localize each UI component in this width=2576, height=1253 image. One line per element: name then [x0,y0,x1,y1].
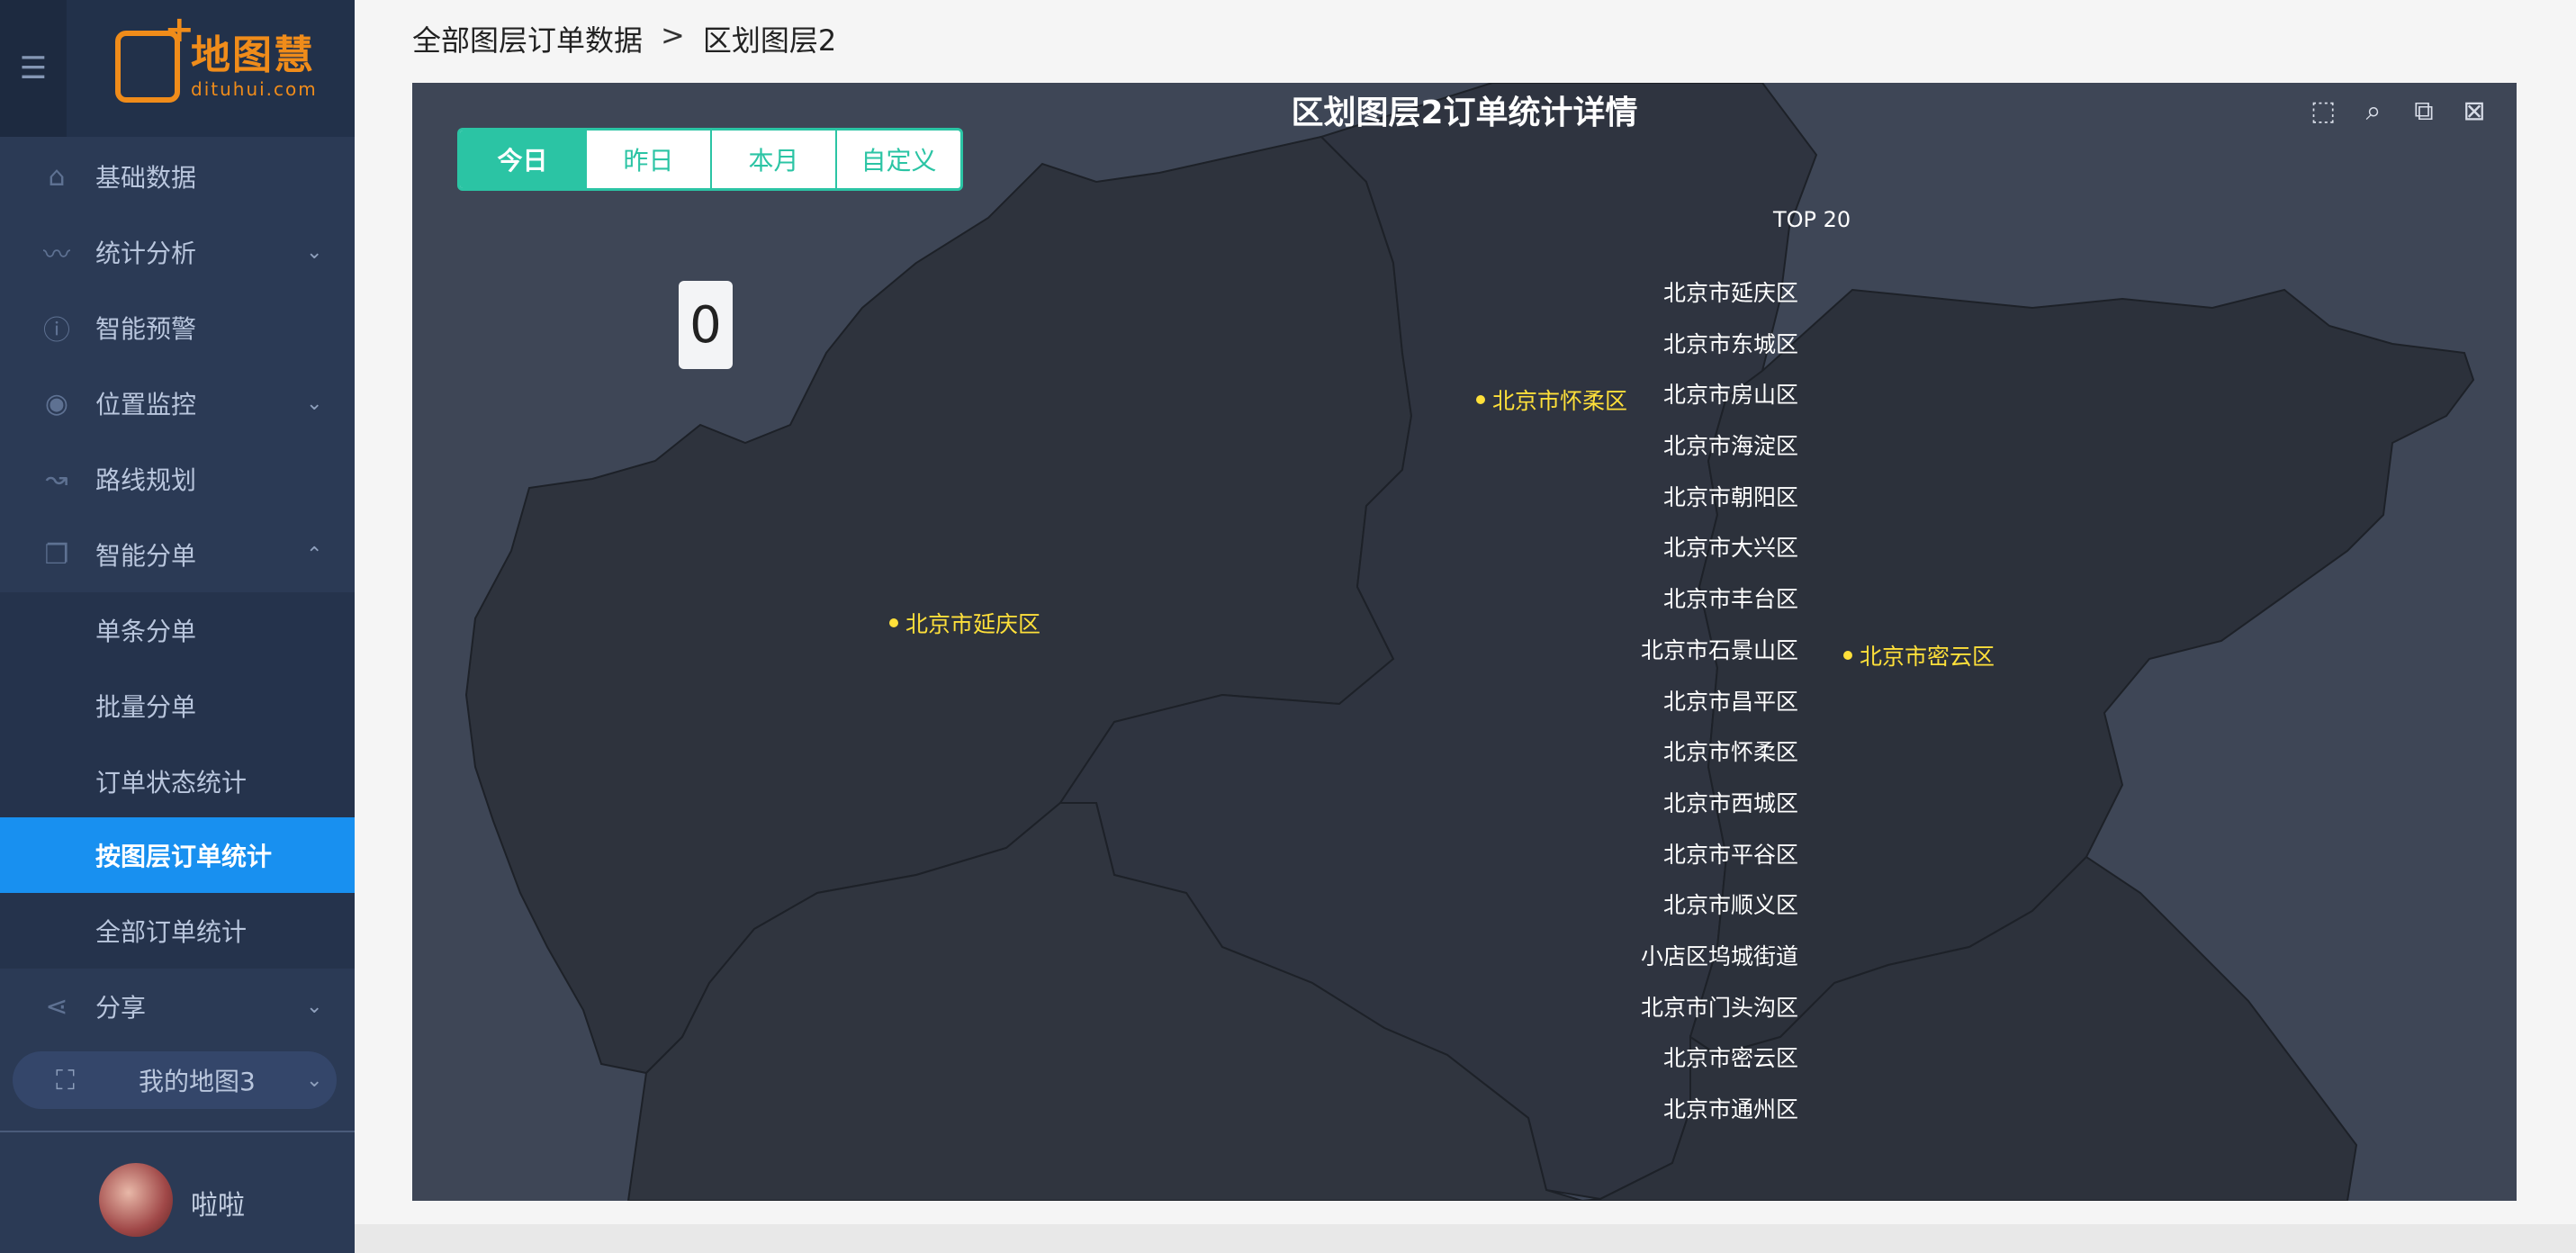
map-chart-panel[interactable]: 区划图层2订单统计详情 ⬚ ⌕ ⧉ ⊠ 今日 昨日 本月 自定义 0 TOP 2… [412,83,2517,1201]
sidebar-divider [0,1131,355,1132]
sidebar-item-label: 基础数据 [95,163,197,193]
info-icon: ⓘ [43,315,70,347]
sidebar-subitem-all-orders[interactable]: 全部订单统计 [0,893,355,969]
top-list-item: 北京市门头沟区 [1640,994,1798,1021]
clear-select-icon[interactable]: ⊠ [2459,95,2490,127]
top-list-item: 小店区坞城街道 [1640,942,1798,969]
top-list-item: 北京市顺义区 [1662,892,1798,919]
logo[interactable]: 地图慧 dituhui.com [115,9,318,103]
tab-this-month[interactable]: 本月 [710,131,835,188]
top-list-title: TOP 20 [1773,207,1851,232]
sidebar-subitem-single-dispatch[interactable]: 单条分单 [0,592,355,668]
sidebar-subitem-label: 单条分单 [95,617,197,646]
top-list-item: 北京市东城区 [1662,330,1798,357]
sidebar-item-statistics[interactable]: 〰 统计分析 ⌄ [0,214,355,290]
beijing-region-map[interactable] [412,83,2517,1201]
top-list-item: 北京市丰台区 [1662,586,1798,613]
logo-mark-icon [115,9,194,103]
share-icon: ⋖ [45,990,68,1023]
sidebar-item-label: 统计分析 [95,239,197,268]
map-label-huairou[interactable]: 北京市怀柔区 [1476,383,1627,416]
lasso-select-icon[interactable]: ⌕ [2358,95,2389,127]
chevron-down-icon: ⌄ [306,995,323,1018]
top-list-item: 北京市通州区 [1662,1096,1798,1122]
tab-yesterday[interactable]: 昨日 [585,131,710,188]
map-toolbox: ⬚ ⌕ ⧉ ⊠ [2308,95,2490,127]
sidebar-subitem-label: 订单状态统计 [95,768,248,798]
copy-icon: ❐ [44,538,69,571]
map-point [889,618,898,627]
sidebar-item-label: 智能预警 [95,314,197,344]
map-point [1476,395,1485,404]
sidebar-item-location[interactable]: ◉ 位置监控 ⌄ [0,365,355,441]
map-label-text: 北京市密云区 [1860,644,1995,670]
sidebar-item-alert[interactable]: ⓘ 智能预警 [0,290,355,365]
breadcrumb: 全部图层订单数据 > 区划图层2 [412,18,836,59]
user-name[interactable]: 啦啦 [191,1183,245,1222]
top-list-item: 北京市石景山区 [1640,636,1798,663]
page-footer-bar [355,1224,2576,1253]
top-list-item: 北京市怀柔区 [1662,739,1798,766]
collapse-menu-icon[interactable]: ☰ [0,0,67,137]
sidebar-item-label: 路线规划 [95,465,197,495]
zoom-select-icon[interactable]: ⬚ [2308,95,2338,127]
sidebar-subitem-batch-dispatch[interactable]: 批量分单 [0,668,355,744]
chevron-down-icon: ⌄ [306,392,323,415]
sidebar-subitem-label: 批量分单 [95,692,197,722]
sidebar-subitem-layer-orders[interactable]: 按图层订单统计 [0,817,355,893]
sidebar-item-smart-dispatch[interactable]: ❐ 智能分单 ⌃ [0,517,355,592]
sidebar-item-basic-data[interactable]: ⌂ 基础数据 [0,139,355,214]
chart-line-icon: 〰 [43,239,70,271]
location-pin-icon: ◉ [44,387,69,419]
route-icon: ↝ [45,463,68,495]
sidebar: ☰ 地图慧 dituhui.com ⌂ 基础数据 〰 统计分析 ⌄ ⓘ 智能预警… [0,0,355,1253]
sidebar-item-label: 智能分单 [95,541,197,571]
sidebar-item-label: 分享 [95,993,147,1023]
sidebar-subitem-label: 按图层订单统计 [95,842,273,871]
map-label-text: 北京市怀柔区 [1492,388,1628,414]
logo-url: dituhui.com [191,78,318,100]
sidebar-item-share[interactable]: ⋖ 分享 ⌄ [0,969,355,1044]
sidebar-subitem-label: 全部订单统计 [95,917,248,947]
top-list-item: 北京市大兴区 [1662,535,1798,562]
my-map-selector[interactable]: ⛶ 我的地图3 ⌄ [13,1051,337,1109]
chevron-up-icon: ⌃ [306,543,323,566]
breadcrumb-parent[interactable]: 全部图层订单数据 [412,18,643,59]
avatar[interactable] [99,1163,173,1237]
map-user-icon: ⛶ [56,1064,75,1096]
date-range-tabs: 今日 昨日 本月 自定义 [457,128,963,191]
top-list-item: 北京市海淀区 [1662,433,1798,460]
sidebar-item-label: 位置监控 [95,390,197,419]
map-label-yanqing[interactable]: 北京市延庆区 [889,607,1040,639]
breadcrumb-separator: > [661,18,685,52]
top-list-item: 北京市密云区 [1662,1045,1798,1072]
tab-today[interactable]: 今日 [460,131,585,188]
order-count: 0 [679,281,733,369]
logo-title: 地图慧 [191,32,315,78]
chart-title: 区划图层2订单统计详情 [1291,95,1638,131]
top-list-item: 北京市昌平区 [1662,688,1798,715]
top-list-item: 北京市朝阳区 [1662,483,1798,510]
breadcrumb-current: 区划图层2 [702,23,837,58]
map-point [1843,651,1852,660]
top-list-item: 北京市西城区 [1662,789,1798,816]
top-list-item: 北京市延庆区 [1662,280,1798,306]
home-icon: ⌂ [48,160,66,193]
sidebar-subitem-order-status[interactable]: 订单状态统计 [0,744,355,819]
sidebar-header: ☰ 地图慧 dituhui.com [0,0,355,137]
tab-custom[interactable]: 自定义 [835,131,960,188]
my-map-label: 我的地图3 [139,1067,256,1096]
chevron-down-icon: ⌄ [306,1068,323,1092]
map-label-miyun[interactable]: 北京市密云区 [1843,639,1995,672]
rect-select-icon[interactable]: ⧉ [2409,95,2439,127]
map-label-text: 北京市延庆区 [905,611,1041,637]
sidebar-item-route[interactable]: ↝ 路线规划 [0,441,355,517]
chevron-down-icon: ⌄ [306,240,323,264]
top-list-item: 北京市平谷区 [1662,841,1798,868]
